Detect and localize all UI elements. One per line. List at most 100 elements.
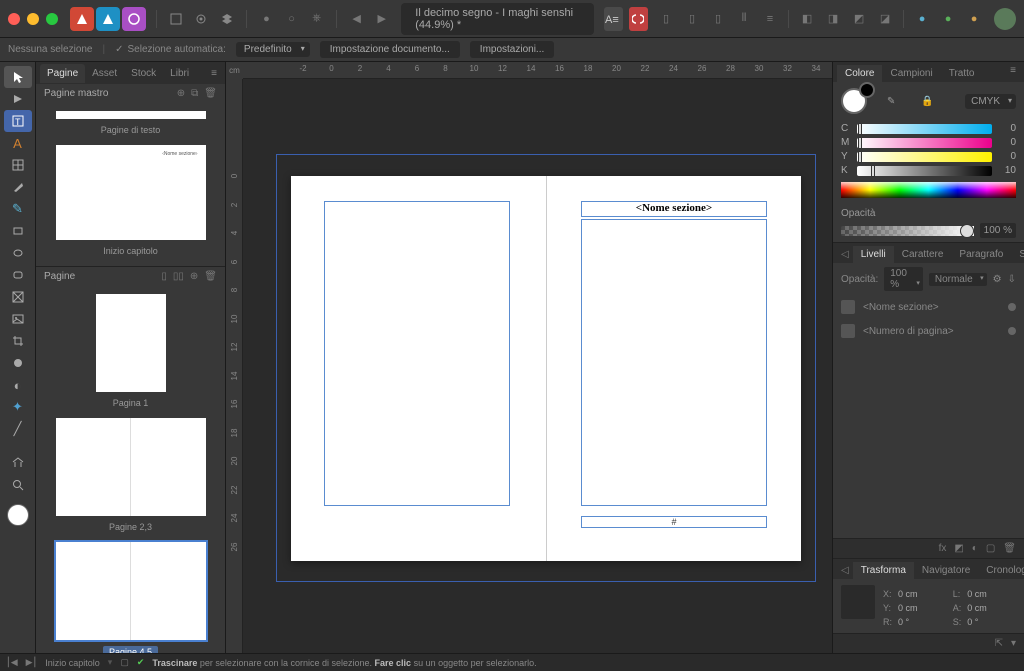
- zoom-tool[interactable]: [4, 474, 32, 496]
- table-tool[interactable]: [4, 154, 32, 176]
- magenta-slider[interactable]: [857, 138, 992, 148]
- transform-r[interactable]: 0 °: [898, 617, 947, 627]
- arrange-4-icon[interactable]: ◪: [873, 7, 897, 31]
- lock-icon[interactable]: 🔒: [921, 96, 933, 107]
- yellow-slider[interactable]: [857, 152, 992, 162]
- tab-transform[interactable]: Trasforma: [853, 562, 914, 579]
- anchor-icon[interactable]: ⎈: [307, 7, 326, 31]
- anchor-selector[interactable]: [841, 585, 875, 619]
- tab-character[interactable]: Carattere: [894, 246, 952, 263]
- transform-h[interactable]: 0 cm: [967, 603, 1016, 613]
- node-tool[interactable]: [4, 88, 32, 110]
- ruler-vertical[interactable]: 02468101214161820222426: [226, 79, 243, 653]
- persona-3-icon[interactable]: ●: [962, 7, 986, 31]
- preflight-icon[interactable]: ▢: [120, 657, 129, 668]
- user-avatar[interactable]: [994, 8, 1016, 30]
- rounded-rect-tool[interactable]: [4, 264, 32, 286]
- arrange-3-icon[interactable]: ◩: [847, 7, 871, 31]
- gear-icon[interactable]: [192, 7, 211, 31]
- panel-menu-icon[interactable]: ≡: [207, 68, 221, 79]
- align-center-icon[interactable]: ▯: [680, 7, 704, 31]
- view-tool[interactable]: [4, 452, 32, 474]
- cyan-slider[interactable]: [857, 124, 992, 134]
- blend-mode-dropdown[interactable]: Normale: [929, 273, 987, 286]
- layers-icon[interactable]: [217, 7, 236, 31]
- layer-visibility-icon[interactable]: [1008, 327, 1016, 335]
- color-spectrum[interactable]: [841, 182, 1016, 198]
- tab-swatches[interactable]: Campioni: [882, 65, 940, 82]
- tab-stroke[interactable]: Tratto: [941, 65, 983, 82]
- link-dimensions-icon[interactable]: ⇱: [995, 638, 1003, 649]
- layer-item-section[interactable]: <Nome sezione>: [833, 295, 1024, 319]
- section-name-frame[interactable]: <Nome sezione>: [581, 201, 767, 217]
- nav-prev-icon[interactable]: ◀: [347, 7, 366, 31]
- ruler-unit[interactable]: cm: [226, 62, 243, 79]
- affinity-photo-icon[interactable]: [122, 7, 146, 31]
- document-setup-button[interactable]: Impostazione documento...: [320, 41, 460, 58]
- fill-tool[interactable]: [4, 352, 32, 374]
- layer-lock-icon[interactable]: ⇩: [1008, 274, 1016, 285]
- color-picker-tool[interactable]: ✦: [4, 396, 32, 418]
- brush-tool[interactable]: ╱: [4, 418, 32, 440]
- tab-navigator[interactable]: Navigatore: [914, 562, 978, 579]
- nav-next-icon[interactable]: ▶: [372, 7, 391, 31]
- spread-icon[interactable]: ▯▯: [173, 271, 184, 282]
- preflight-ok-icon[interactable]: ✔: [137, 657, 145, 668]
- master-thumb-chapter[interactable]: ‹Nome sezione›: [56, 145, 206, 240]
- ruler-horizontal[interactable]: -202468101214161820222426283032343638: [243, 62, 832, 79]
- tab-pages[interactable]: Pagine: [40, 64, 85, 83]
- transform-w[interactable]: 0 cm: [967, 589, 1016, 599]
- affinity-publisher-icon[interactable]: [70, 7, 94, 31]
- layer-opacity-dropdown[interactable]: 100 %: [884, 267, 923, 291]
- canvas[interactable]: cm -202468101214161820222426283032343638…: [226, 62, 832, 653]
- toggle-2-icon[interactable]: ○: [282, 7, 301, 31]
- rectangle-tool[interactable]: [4, 220, 32, 242]
- file-menu-icon[interactable]: [167, 7, 186, 31]
- distribute-v-icon[interactable]: ≡: [758, 7, 782, 31]
- persona-1-icon[interactable]: ●: [910, 7, 934, 31]
- arrange-2-icon[interactable]: ◨: [821, 7, 845, 31]
- stroke-color-well[interactable]: [859, 82, 875, 98]
- page-thumb-23[interactable]: [56, 418, 206, 516]
- transform-x[interactable]: 0 cm: [898, 589, 947, 599]
- tab-books[interactable]: Libri: [163, 64, 196, 83]
- black-slider[interactable]: [857, 166, 992, 176]
- nav-last-icon[interactable]: ▶⎮: [26, 657, 38, 668]
- text-frame-left[interactable]: [324, 201, 510, 506]
- text-frame-tool[interactable]: T: [4, 110, 32, 132]
- tab-paragraph[interactable]: Paragrafo: [951, 246, 1011, 263]
- color-mode-dropdown[interactable]: CMYK: [965, 94, 1016, 109]
- tab-color[interactable]: Colore: [837, 65, 882, 82]
- place-image-tool[interactable]: [4, 308, 32, 330]
- duplicate-master-icon[interactable]: ⧉: [191, 88, 198, 99]
- layer-visibility-icon[interactable]: [1008, 303, 1016, 311]
- adjustment-icon[interactable]: ◐: [972, 543, 978, 554]
- tab-asset[interactable]: Asset: [85, 64, 124, 83]
- add-layer-icon[interactable]: ▢: [986, 543, 995, 554]
- master-thumb-text[interactable]: [56, 111, 206, 119]
- align-right-icon[interactable]: ▯: [706, 7, 730, 31]
- transform-s[interactable]: 0 °: [967, 617, 1016, 627]
- transparency-tool[interactable]: ◐: [4, 374, 32, 396]
- settings-button[interactable]: Impostazioni...: [470, 41, 554, 58]
- snapping-icon[interactable]: [629, 7, 648, 31]
- color-panel-menu-icon[interactable]: ≡: [1006, 65, 1020, 82]
- artistic-text-tool[interactable]: A: [4, 132, 32, 154]
- mask-icon[interactable]: ◩: [954, 543, 963, 554]
- transform-y[interactable]: 0 cm: [898, 603, 947, 613]
- distribute-h-icon[interactable]: ⫴: [732, 7, 756, 31]
- transform-menu-icon[interactable]: ▾: [1011, 638, 1016, 649]
- pen-tool[interactable]: [4, 176, 32, 198]
- page-thumb-1[interactable]: [96, 294, 166, 392]
- arrange-1-icon[interactable]: ◧: [795, 7, 819, 31]
- tab-sit[interactable]: Sit: [1011, 246, 1024, 263]
- move-tool[interactable]: [4, 66, 32, 88]
- pencil-tool[interactable]: ✎: [4, 198, 32, 220]
- delete-page-icon[interactable]: 🗑: [204, 271, 217, 282]
- tab-layers[interactable]: Livelli: [853, 246, 894, 263]
- text-frame-right[interactable]: [581, 219, 767, 506]
- eyedropper-icon[interactable]: ✎: [887, 96, 895, 107]
- text-style-icon[interactable]: A≡: [604, 7, 623, 31]
- layer-item-pagenum[interactable]: <Numero di pagina>: [833, 319, 1024, 343]
- nav-first-icon[interactable]: ⎮◀: [6, 657, 18, 668]
